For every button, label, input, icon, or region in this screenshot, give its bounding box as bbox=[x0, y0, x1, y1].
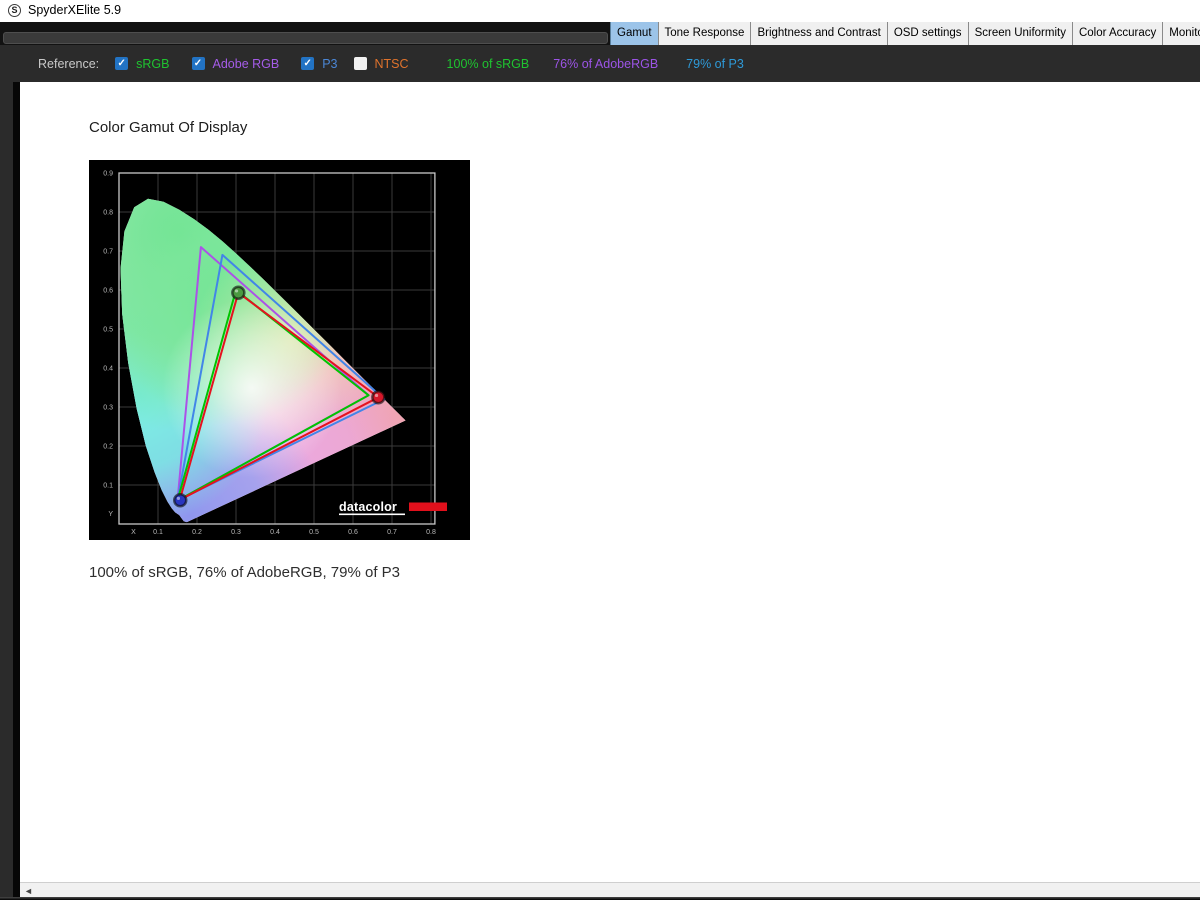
main-panel: Color Gamut Of Display bbox=[20, 82, 1200, 882]
svg-text:0.8: 0.8 bbox=[103, 210, 113, 217]
srgb-coverage-value: 100% of sRGB bbox=[447, 57, 530, 71]
adobergb-reference-toggle[interactable]: Adobe RGB bbox=[192, 57, 280, 71]
tab-osd-settings[interactable]: OSD settings bbox=[888, 22, 969, 45]
srgb-reference-toggle[interactable]: sRGB bbox=[115, 57, 169, 71]
tab-screen-uniformity[interactable]: Screen Uniformity bbox=[969, 22, 1073, 45]
svg-text:0.1: 0.1 bbox=[153, 529, 163, 536]
srgb-label: sRGB bbox=[136, 57, 169, 71]
ntsc-checkbox[interactable] bbox=[354, 57, 367, 70]
adobergb-label: Adobe RGB bbox=[213, 57, 280, 71]
p3-label: P3 bbox=[322, 57, 337, 71]
measured-point-red-primary bbox=[372, 391, 384, 403]
svg-text:0.2: 0.2 bbox=[103, 444, 113, 451]
reference-toolbar: Reference: sRGB Adobe RGB P3 NTSC 100% o… bbox=[0, 45, 1200, 82]
reference-label: Reference: bbox=[38, 57, 99, 71]
tab-color-accuracy[interactable]: Color Accuracy bbox=[1073, 22, 1163, 45]
tab-brightness-and-contrast[interactable]: Brightness and Contrast bbox=[751, 22, 887, 45]
titlebar: S SpyderXElite 5.9 bbox=[0, 0, 1200, 22]
spectral-locus-fill bbox=[89, 160, 470, 540]
svg-text:0.5: 0.5 bbox=[103, 327, 113, 334]
menu-strip[interactable] bbox=[3, 32, 608, 44]
svg-text:0.7: 0.7 bbox=[103, 249, 113, 256]
svg-text:0.6: 0.6 bbox=[348, 529, 358, 536]
app-icon: S bbox=[8, 4, 21, 17]
page-title: Color Gamut Of Display bbox=[89, 119, 247, 136]
tab-gamut[interactable]: Gamut bbox=[610, 22, 659, 45]
svg-text:0.9: 0.9 bbox=[103, 171, 113, 178]
srgb-checkbox[interactable] bbox=[115, 57, 128, 70]
p3-checkbox[interactable] bbox=[301, 57, 314, 70]
svg-text:0.6: 0.6 bbox=[103, 288, 113, 295]
app-title: SpyderXElite 5.9 bbox=[28, 3, 121, 17]
ntsc-label: NTSC bbox=[375, 57, 409, 71]
app-window: S SpyderXElite 5.9 Gamut Tone Response B… bbox=[0, 0, 1200, 900]
measured-point-green-primary bbox=[232, 287, 244, 299]
svg-text:0.7: 0.7 bbox=[387, 529, 397, 536]
svg-text:0.4: 0.4 bbox=[270, 529, 280, 536]
horizontal-scrollbar[interactable]: ◄ bbox=[20, 882, 1200, 897]
tab-strip: Gamut Tone Response Brightness and Contr… bbox=[0, 22, 1200, 45]
svg-text:Y: Y bbox=[108, 511, 113, 518]
svg-text:0.8: 0.8 bbox=[426, 529, 436, 536]
svg-text:0.4: 0.4 bbox=[103, 366, 113, 373]
cie-chromaticity-diagram: X 0.1 0.2 0.3 0.4 0.5 0.6 0.7 0.8 Y 0.1 0.2 0.3 0.4 0.… bbox=[89, 160, 470, 540]
left-edge-strip bbox=[0, 82, 20, 900]
measured-point-blue-primary bbox=[174, 494, 186, 506]
svg-text:0.2: 0.2 bbox=[192, 529, 202, 536]
gamut-chart: X 0.1 0.2 0.3 0.4 0.5 0.6 0.7 0.8 Y 0.1 0.2 0.3 0.4 0.… bbox=[89, 160, 470, 540]
adobergb-checkbox[interactable] bbox=[192, 57, 205, 70]
scroll-left-button[interactable]: ◄ bbox=[21, 884, 36, 897]
svg-text:0.3: 0.3 bbox=[231, 529, 241, 536]
p3-coverage-value: 79% of P3 bbox=[686, 57, 744, 71]
svg-text:0.3: 0.3 bbox=[103, 405, 113, 412]
ntsc-reference-toggle[interactable]: NTSC bbox=[354, 57, 409, 71]
p3-reference-toggle[interactable]: P3 bbox=[301, 57, 337, 71]
tab-tone-response[interactable]: Tone Response bbox=[659, 22, 752, 45]
tab-monitor-rating[interactable]: Monitor Rating bbox=[1163, 22, 1200, 45]
adobergb-coverage-value: 76% of AdobeRGB bbox=[553, 57, 658, 71]
svg-text:X: X bbox=[131, 529, 136, 536]
svg-text:0.1: 0.1 bbox=[103, 483, 113, 490]
tabs: Gamut Tone Response Brightness and Contr… bbox=[610, 22, 1200, 45]
svg-text:0.5: 0.5 bbox=[309, 529, 319, 536]
coverage-caption: 100% of sRGB, 76% of AdobeRGB, 79% of P3 bbox=[89, 564, 400, 581]
svg-text:datacolor: datacolor bbox=[339, 500, 397, 514]
